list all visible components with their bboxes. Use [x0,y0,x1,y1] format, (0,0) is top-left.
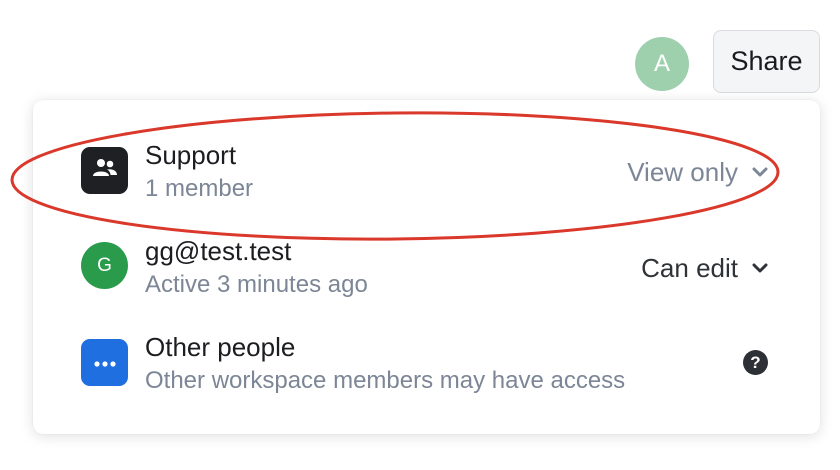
other-people-avatar [81,339,128,386]
group-icon [92,158,118,183]
share-row-support[interactable]: Support 1 member View only [33,132,820,212]
help-icon[interactable]: ? [743,350,768,375]
row-subtitle: Other workspace members may have access [145,367,626,394]
permission-label: View only [627,157,738,187]
row-title: gg@test.test [145,236,292,266]
row-subtitle: Active 3 minutes ago [145,271,368,298]
member-avatar: G [81,242,128,289]
share-button-label: Share [730,46,803,76]
row-title: Other people [145,332,296,362]
share-row-other-people: Other people Other workspace members may… [33,325,820,405]
team-avatar [81,147,128,194]
user-avatar-initial: A [653,50,670,77]
share-panel: Support 1 member View only G gg@test.tes… [33,100,820,434]
chevron-down-icon [752,263,768,274]
row-subtitle: 1 member [145,175,254,202]
share-button[interactable]: Share [713,30,820,93]
permission-dropdown-support[interactable]: View only [627,157,768,188]
member-avatar-initial: G [97,254,112,276]
permission-label: Can edit [641,253,738,283]
help-symbol: ? [750,352,761,372]
chevron-down-icon [752,167,768,178]
row-title: Support [145,140,237,170]
share-row-member[interactable]: G gg@test.test Active 3 minutes ago Can … [33,228,820,308]
ellipsis-icon [93,354,116,372]
user-avatar[interactable]: A [635,37,689,91]
permission-dropdown-member[interactable]: Can edit [641,253,768,284]
